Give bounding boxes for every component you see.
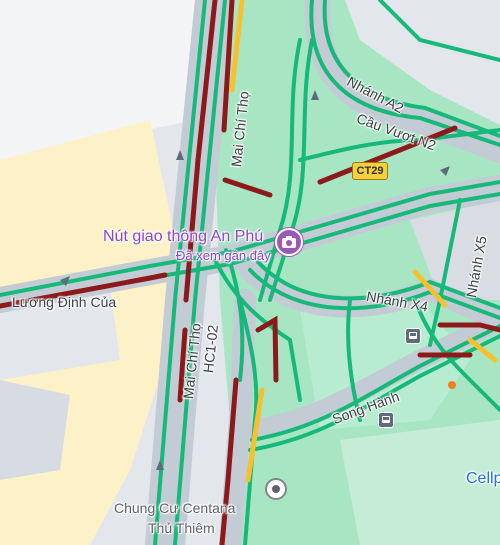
bus-glyph: [409, 332, 417, 339]
map-canvas[interactable]: [0, 0, 500, 545]
place-label-cellp[interactable]: Cellp: [466, 470, 500, 488]
bus-stop-icon[interactable]: [405, 328, 421, 344]
poi-title[interactable]: Nút giao thông An Phú: [103, 228, 263, 246]
place-label-centana-line1[interactable]: Chung Cư Centana: [114, 500, 235, 516]
place-pin-icon[interactable]: [265, 478, 287, 500]
bus-stop-icon[interactable]: [378, 412, 394, 428]
camera-icon[interactable]: [275, 228, 303, 256]
map-view[interactable]: Mai Chí Thọ Mai Chí Thọ Lương Định Của N…: [0, 0, 500, 545]
bus-glyph: [382, 416, 390, 423]
place-marker-dot[interactable]: [448, 381, 456, 389]
west-building: [0, 380, 70, 480]
road-label-luong-dinh-cua: Lương Định Của: [12, 294, 117, 310]
poi-subtitle: Đã xem gần đây: [176, 248, 271, 263]
camera-glyph: [282, 236, 296, 248]
route-shield-ct29[interactable]: CT29: [352, 162, 388, 180]
place-label-centana-line2: Thủ Thiêm: [148, 520, 215, 536]
